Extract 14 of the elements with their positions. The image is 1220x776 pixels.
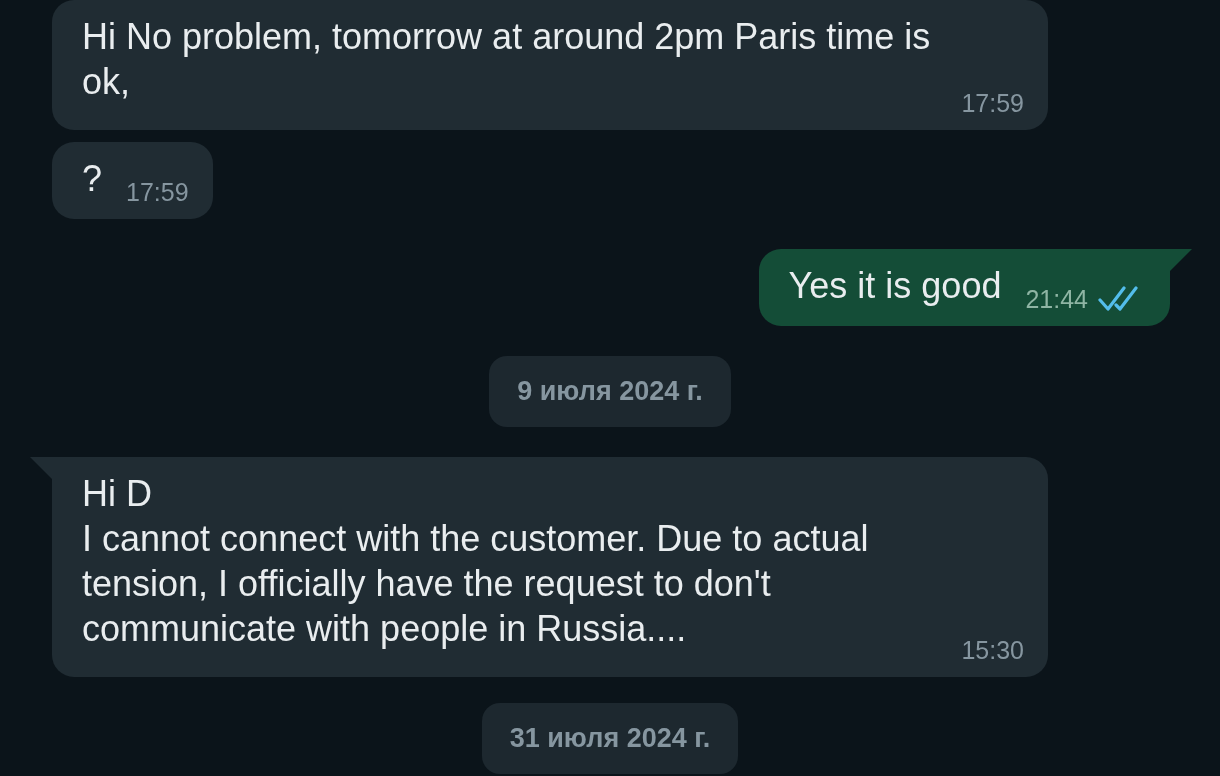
message-text: ? xyxy=(82,157,103,201)
sent-message-bubble[interactable]: Yes it is good 21:44 xyxy=(758,249,1170,326)
message-text: Hi D I cannot connect with the customer. Due to actual tension, I officially have the request to don't communicate with people in Russia.... xyxy=(82,472,870,651)
message-time: 17:59 xyxy=(126,178,189,207)
message-time: 21:44 xyxy=(1025,284,1088,314)
date-chip: 9 июля 2024 г. xyxy=(489,356,731,427)
received-message-bubble[interactable]: ? 17:59 xyxy=(52,142,213,219)
message-time: 15:30 xyxy=(961,636,1024,665)
received-message-bubble[interactable]: Hi No problem, tomorrow at around 2pm Paris time is ok, 17:59 xyxy=(52,0,1048,130)
message-time: 17:59 xyxy=(961,89,1024,118)
received-message-bubble[interactable]: Hi D I cannot connect with the customer. Due to actual tension, I officially have the request to don't communicate with people in Russia.... 15:30 xyxy=(52,457,1048,677)
message-text: Yes it is good xyxy=(788,264,1002,308)
message-text: Hi No problem, tomorrow at around 2pm Paris time is ok, xyxy=(82,15,932,104)
date-chip: 31 июля 2024 г. xyxy=(481,703,739,774)
